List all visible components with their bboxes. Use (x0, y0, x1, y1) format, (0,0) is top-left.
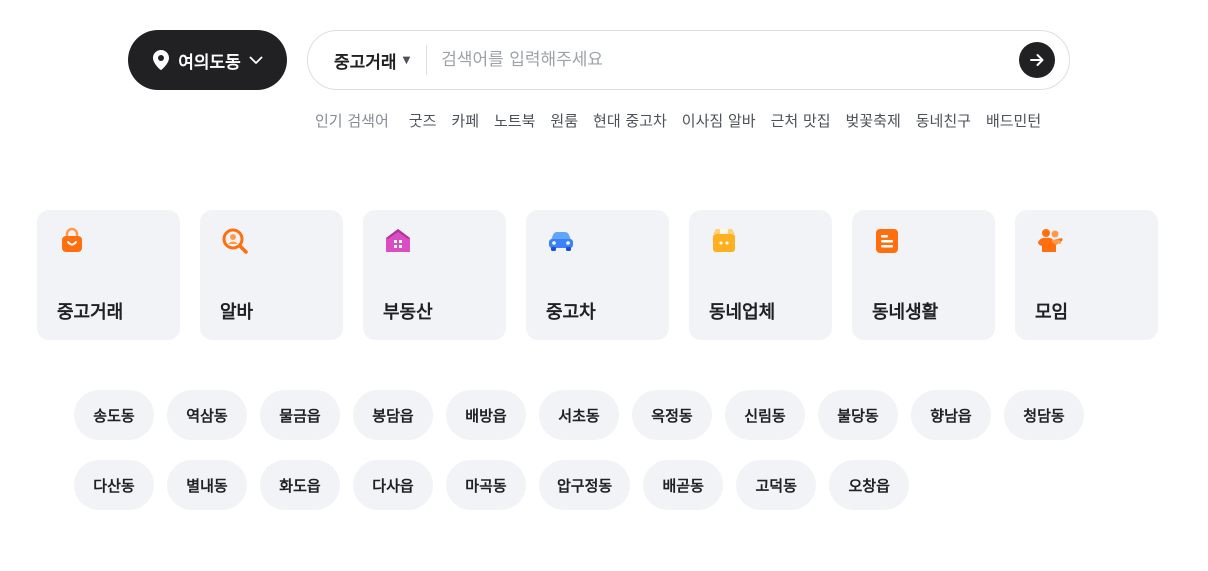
region-chip[interactable]: 화도읍 (260, 460, 340, 510)
region-chip[interactable]: 청담동 (1004, 390, 1084, 440)
region-chip[interactable]: 다산동 (74, 460, 154, 510)
region-chip-list: 송도동 역삼동 물금읍 봉담읍 배방읍 서초동 옥정동 신림동 불당동 향남읍 … (74, 390, 1094, 510)
document-icon (876, 229, 898, 253)
region-chip[interactable]: 압구정동 (539, 460, 631, 510)
category-card-used-car[interactable]: 중고차 (526, 210, 669, 340)
category-label: 알바 (220, 302, 254, 323)
region-chip[interactable]: 옥정동 (632, 390, 712, 440)
car-icon (549, 232, 573, 251)
search-category-dropdown[interactable]: 중고거래 ▼ (308, 45, 428, 75)
location-pin-icon (153, 50, 170, 70)
popular-keyword-link[interactable]: 원룸 (550, 110, 578, 131)
popular-keyword-link[interactable]: 현대 중고차 (593, 110, 667, 131)
region-chip[interactable]: 서초동 (539, 390, 619, 440)
region-chip[interactable]: 다사읍 (353, 460, 433, 510)
region-chip[interactable]: 배곧동 (643, 460, 724, 510)
popular-keywords: 인기 검색어 굿즈 카페 노트북 원룸 현대 중고차 이사짐 알바 근처 맛집 … (315, 108, 1060, 132)
search-input[interactable] (441, 40, 1019, 80)
category-label: 중고차 (546, 302, 596, 323)
region-chip[interactable]: 고덕동 (736, 460, 817, 510)
location-selector-button[interactable]: 여의도동 (128, 30, 287, 90)
category-label: 동네생활 (872, 302, 939, 323)
popular-keyword-link[interactable]: 노트북 (494, 110, 535, 131)
region-chip[interactable]: 마곡동 (446, 460, 526, 510)
region-chip[interactable]: 역삼동 (167, 390, 247, 440)
category-label: 중고거래 (57, 302, 124, 323)
location-label: 여의도동 (178, 52, 241, 73)
popular-keyword-link[interactable]: 이사짐 알바 (682, 110, 756, 131)
region-chip[interactable]: 봉담읍 (353, 390, 433, 440)
category-card-meetup[interactable]: 모임 (1015, 210, 1158, 340)
category-label: 부동산 (383, 302, 433, 323)
category-card-local-business[interactable]: 동네업체 (689, 210, 832, 340)
category-grid: 중고거래 알바 부동산 중고차 동네업체 동네생활 모임 (37, 210, 1158, 340)
popular-keyword-link[interactable]: 근처 맛집 (771, 110, 831, 131)
popular-keyword-link[interactable]: 벚꽃축제 (846, 110, 901, 131)
category-card-community[interactable]: 동네생활 (852, 210, 995, 340)
category-label: 동네업체 (709, 302, 776, 323)
region-chip[interactable]: 배방읍 (446, 390, 526, 440)
job-search-icon (222, 228, 248, 254)
shopping-bag-icon (62, 227, 82, 252)
caret-down-icon: ▼ (402, 54, 411, 66)
region-chip[interactable]: 별내동 (167, 460, 247, 510)
region-chip[interactable]: 송도동 (74, 390, 154, 440)
region-chip[interactable]: 물금읍 (260, 390, 340, 440)
chevron-down-icon (249, 56, 263, 64)
store-icon (713, 229, 735, 252)
arrow-right-icon (1030, 54, 1044, 66)
popular-keyword-link[interactable]: 배드민턴 (986, 110, 1041, 131)
category-label: 모임 (1035, 302, 1069, 323)
region-chip[interactable]: 오창읍 (829, 460, 910, 510)
region-chip[interactable]: 향남읍 (911, 390, 991, 440)
search-category-label: 중고거래 (334, 52, 397, 73)
region-chip[interactable]: 신림동 (725, 390, 805, 440)
category-card-job[interactable]: 알바 (200, 210, 343, 340)
region-chip[interactable]: 불당동 (818, 390, 898, 440)
category-card-real-estate[interactable]: 부동산 (363, 210, 506, 340)
popular-keyword-link[interactable]: 카페 (451, 110, 479, 131)
search-submit-button[interactable] (1019, 42, 1055, 78)
popular-keywords-label: 인기 검색어 (315, 111, 389, 130)
search-bar: 중고거래 ▼ (307, 30, 1070, 90)
house-icon (386, 229, 410, 252)
category-card-used-trade[interactable]: 중고거래 (37, 210, 180, 340)
people-icon (1038, 229, 1063, 252)
popular-keyword-link[interactable]: 동네친구 (916, 110, 971, 131)
popular-keyword-link[interactable]: 굿즈 (409, 110, 437, 131)
